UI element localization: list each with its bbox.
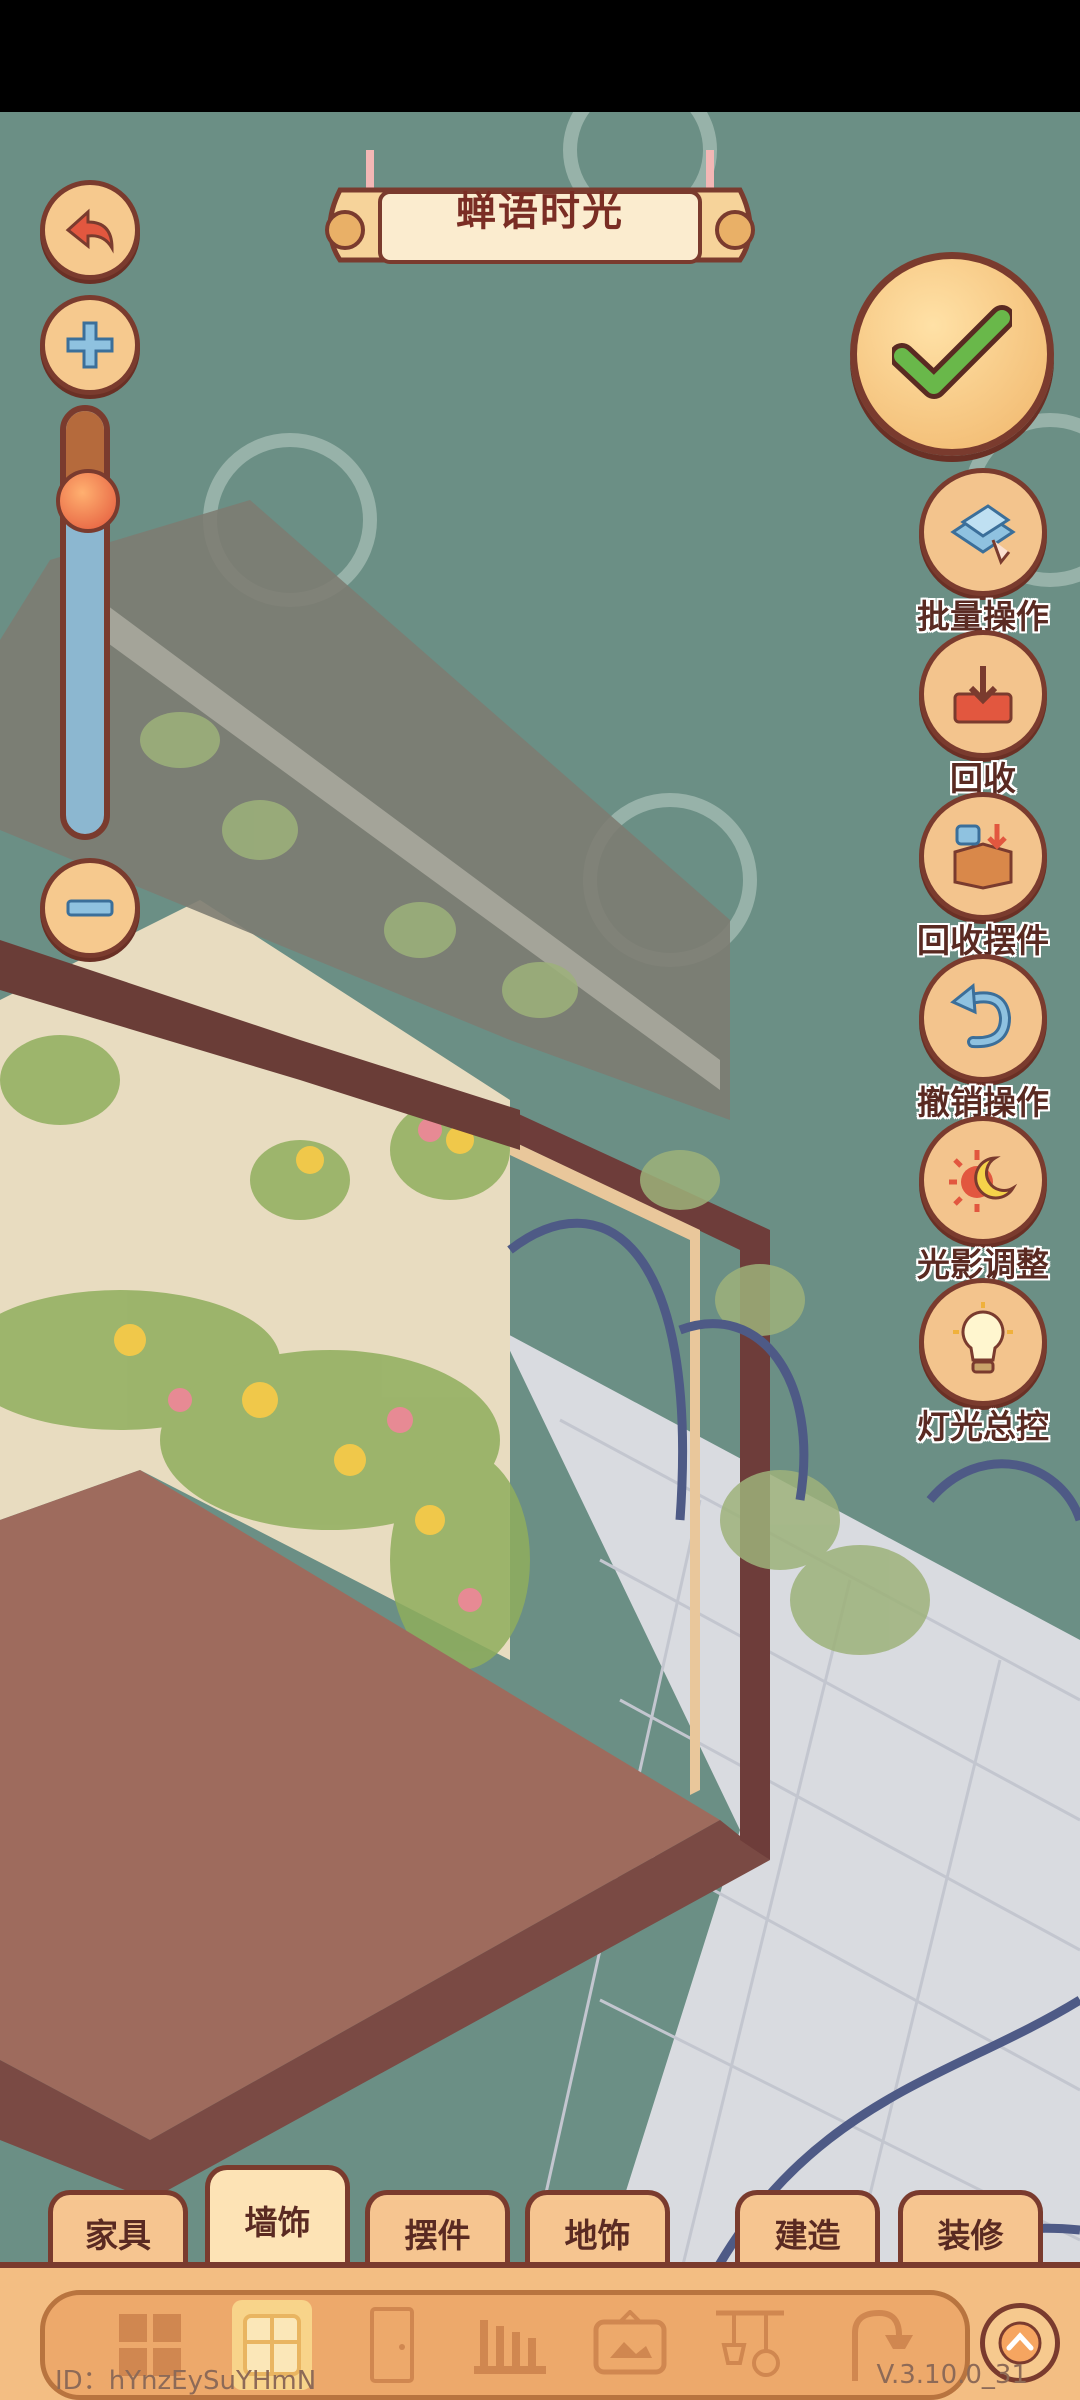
- checkmark-icon: [892, 305, 1012, 399]
- tool-recycle-ornaments[interactable]: 回收摆件: [893, 792, 1073, 962]
- category-frame[interactable]: [590, 2300, 670, 2390]
- plus-icon: [66, 321, 114, 369]
- version-label: V.3.10.0_31: [876, 2360, 1028, 2390]
- tab-floor-decor[interactable]: 地饰: [525, 2190, 670, 2270]
- back-button[interactable]: [40, 180, 140, 280]
- status-bar: [0, 0, 1080, 112]
- tool-light-master[interactable]: 灯光总控: [893, 1278, 1073, 1448]
- tool-recycle[interactable]: 回收: [893, 630, 1073, 800]
- zoom-out-button[interactable]: [40, 858, 140, 958]
- category-door[interactable]: [352, 2300, 432, 2390]
- tab-ornaments[interactable]: 摆件: [365, 2190, 510, 2270]
- tool-label: 灯光总控: [917, 1407, 1049, 1446]
- batch-select-icon: [950, 504, 1016, 566]
- frame-icon: [593, 2310, 667, 2375]
- tab-renovate[interactable]: 装修: [898, 2190, 1043, 2270]
- hanging-icon: [716, 2310, 784, 2377]
- sun-moon-icon: [949, 1150, 1018, 1212]
- player-id: ID：hYnzEySuYHmN: [55, 2366, 317, 2396]
- tool-batch-operation[interactable]: 批量操作: [893, 468, 1073, 638]
- fence-icon: [474, 2320, 546, 2374]
- confirm-button[interactable]: [850, 252, 1054, 456]
- category-hanging[interactable]: [710, 2300, 790, 2390]
- scene-title: 蝉语时光: [456, 189, 624, 235]
- zoom-slider-handle[interactable]: [56, 469, 120, 534]
- lightbulb-icon: [953, 1302, 1013, 1374]
- back-arrow-icon: [65, 208, 114, 254]
- minus-icon: [66, 899, 114, 917]
- category-fence[interactable]: [470, 2300, 550, 2390]
- recycle-tray-icon: [953, 666, 1013, 724]
- tab-wall-decor[interactable]: 墙饰: [205, 2165, 350, 2270]
- tool-light-shadow[interactable]: 光影调整: [893, 1116, 1073, 1286]
- undo-arrow-icon: [950, 983, 1012, 1049]
- tab-build[interactable]: 建造: [735, 2190, 880, 2270]
- zoom-in-button[interactable]: [40, 295, 140, 395]
- door-icon: [370, 2307, 414, 2383]
- tool-undo[interactable]: 撤销操作: [893, 954, 1073, 1124]
- tab-furniture[interactable]: 家具: [48, 2190, 188, 2270]
- recycle-box-icon: [953, 824, 1013, 890]
